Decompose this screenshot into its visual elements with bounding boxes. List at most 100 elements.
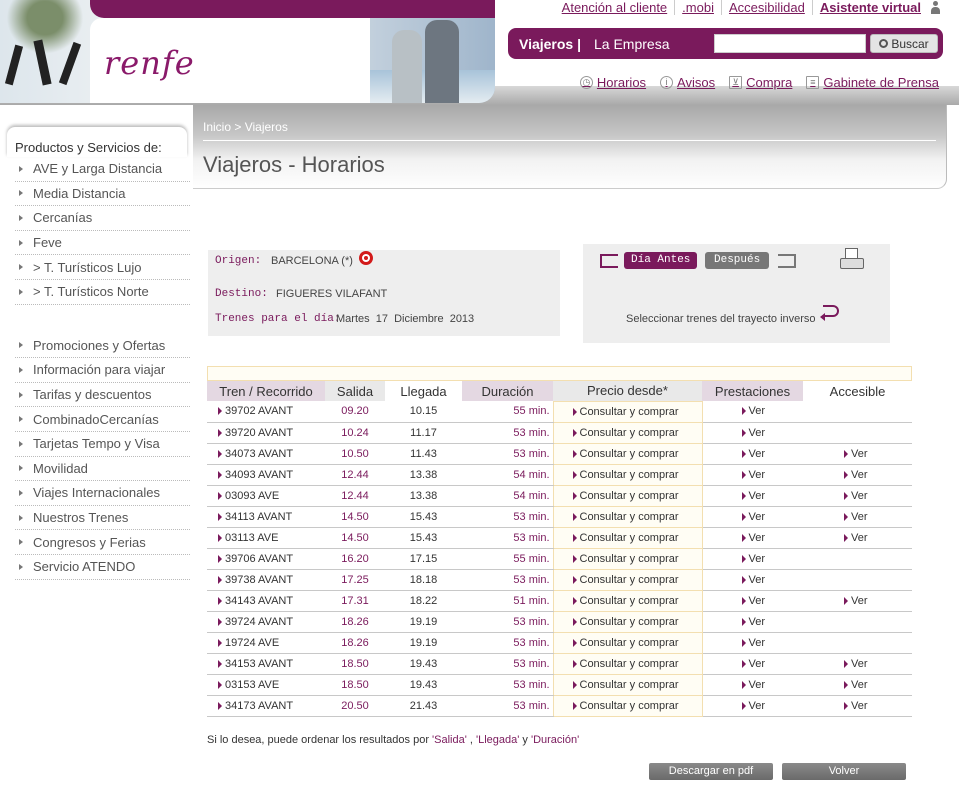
services-link[interactable]: Ver bbox=[702, 569, 803, 591]
reverse-trip-link[interactable]: Seleccionar trenes del trayecto inverso bbox=[626, 313, 816, 325]
accessible-link[interactable]: Ver bbox=[803, 527, 912, 549]
train-link[interactable]: 19724 AVE bbox=[207, 632, 325, 654]
price-link[interactable]: Consultar y comprar bbox=[552, 421, 703, 444]
accessible-link[interactable]: Ver bbox=[803, 506, 912, 528]
services-link[interactable]: Ver bbox=[702, 485, 803, 507]
accessible-link[interactable]: Ver bbox=[803, 653, 912, 675]
services-link[interactable]: Ver bbox=[702, 695, 803, 717]
sidebar-item[interactable]: Cercanías bbox=[15, 206, 190, 231]
link-atencion-cliente[interactable]: Atención al cliente bbox=[555, 0, 675, 15]
price-link[interactable]: Consultar y comprar bbox=[552, 442, 703, 465]
sidebar-item[interactable]: Media Distancia bbox=[15, 182, 190, 207]
accessible-link[interactable]: Ver bbox=[803, 590, 912, 612]
train-link[interactable]: 34153 AVANT bbox=[207, 653, 325, 675]
accessible-link[interactable]: Ver bbox=[803, 485, 912, 507]
train-link[interactable]: 03153 AVE bbox=[207, 674, 325, 696]
link-asistente-virtual[interactable]: Asistente virtual bbox=[811, 0, 928, 15]
train-link[interactable]: 34173 AVANT bbox=[207, 695, 325, 717]
train-link[interactable]: 03093 AVE bbox=[207, 485, 325, 507]
sidebar-item[interactable]: Información para viajar bbox=[15, 358, 190, 383]
price-link[interactable]: Consultar y comprar bbox=[552, 694, 703, 717]
train-link[interactable]: 39706 AVANT bbox=[207, 548, 325, 570]
link-avisos[interactable]: i Avisos bbox=[660, 75, 715, 90]
price-link[interactable]: Consultar y comprar bbox=[552, 673, 703, 696]
origen-target-icon[interactable] bbox=[359, 251, 373, 265]
link-compra[interactable]: ⊻ Compra bbox=[729, 75, 792, 90]
services-link[interactable]: Ver bbox=[702, 443, 803, 465]
renfe-logo[interactable]: renfe bbox=[104, 44, 195, 82]
sort-by-salida[interactable]: 'Salida' bbox=[432, 734, 467, 746]
price-link[interactable]: Consultar y comprar bbox=[552, 526, 703, 549]
breadcrumb[interactable]: Inicio > Viajeros bbox=[203, 120, 288, 134]
link-horarios[interactable]: ◷ Horarios bbox=[579, 75, 646, 90]
services-link[interactable]: Ver bbox=[702, 632, 803, 654]
sidebar-item[interactable]: Feve bbox=[15, 231, 190, 256]
link-mobi[interactable]: .mobi bbox=[674, 0, 721, 15]
accessible-link[interactable]: Ver bbox=[803, 464, 912, 486]
services-link[interactable]: Ver bbox=[702, 422, 803, 444]
sidebar-item[interactable]: > T. Turísticos Norte bbox=[15, 280, 190, 305]
price-link[interactable]: Consultar y comprar bbox=[552, 610, 703, 633]
price-link[interactable]: Consultar y comprar bbox=[552, 631, 703, 654]
search-button[interactable]: Buscar bbox=[870, 34, 938, 53]
train-link[interactable]: 34073 AVANT bbox=[207, 443, 325, 465]
accessible-link[interactable]: Ver bbox=[803, 674, 912, 696]
sidebar-item[interactable]: Servicio ATENDO bbox=[15, 555, 190, 580]
sort-by-llegada[interactable]: 'Llegada' bbox=[476, 734, 519, 746]
download-pdf-button[interactable]: Descargar en pdf bbox=[649, 763, 773, 780]
train-link[interactable]: 34093 AVANT bbox=[207, 464, 325, 486]
sidebar-item[interactable]: Movilidad bbox=[15, 457, 190, 482]
price-link[interactable]: Consultar y comprar bbox=[552, 652, 703, 675]
col-llegada[interactable]: Llegada bbox=[385, 381, 462, 401]
train-link[interactable]: 39724 AVANT bbox=[207, 611, 325, 633]
sidebar-item[interactable]: Viajes Internacionales bbox=[15, 481, 190, 506]
accessible-link[interactable]: Ver bbox=[803, 443, 912, 465]
nav-viajeros[interactable]: Viajeros | bbox=[519, 36, 581, 52]
sidebar-item[interactable]: Tarjetas Tempo y Visa bbox=[15, 432, 190, 457]
price-link[interactable]: Consultar y comprar bbox=[552, 400, 703, 423]
price-link[interactable]: Consultar y comprar bbox=[552, 568, 703, 591]
services-link[interactable]: Ver bbox=[702, 590, 803, 612]
sidebar-item[interactable]: Promociones y Ofertas bbox=[15, 334, 190, 359]
col-duracion[interactable]: Duración bbox=[462, 381, 553, 401]
return-arrow-icon[interactable] bbox=[820, 305, 839, 321]
previous-day-icon[interactable] bbox=[600, 254, 618, 268]
next-day-icon[interactable] bbox=[778, 254, 796, 268]
sidebar-item[interactable]: Congresos y Ferias bbox=[15, 530, 190, 555]
sort-by-duracion[interactable]: 'Duración' bbox=[531, 734, 579, 746]
train-link[interactable]: 39720 AVANT bbox=[207, 422, 325, 444]
link-gabinete-prensa[interactable]: ≡ Gabinete de Prensa bbox=[806, 75, 939, 90]
sidebar-item[interactable]: Tarifas y descuentos bbox=[15, 383, 190, 408]
train-link[interactable]: 34113 AVANT bbox=[207, 506, 325, 528]
volver-button[interactable]: Volver bbox=[782, 763, 906, 780]
price-link[interactable]: Consultar y comprar bbox=[552, 484, 703, 507]
services-link[interactable]: Ver bbox=[702, 527, 803, 549]
services-link[interactable]: Ver bbox=[702, 401, 803, 423]
services-link[interactable]: Ver bbox=[702, 611, 803, 633]
price-link[interactable]: Consultar y comprar bbox=[552, 589, 703, 612]
services-link[interactable]: Ver bbox=[702, 674, 803, 696]
user-icon[interactable] bbox=[930, 1, 941, 14]
price-link[interactable]: Consultar y comprar bbox=[552, 463, 703, 486]
search-input[interactable] bbox=[714, 34, 866, 53]
services-link[interactable]: Ver bbox=[702, 506, 803, 528]
print-icon[interactable] bbox=[840, 248, 864, 271]
sidebar-item[interactable]: CombinadoCercanías bbox=[15, 407, 190, 432]
train-link[interactable]: 03113 AVE bbox=[207, 527, 325, 549]
despues-button[interactable]: Después bbox=[705, 252, 770, 269]
sidebar-item[interactable]: Nuestros Trenes bbox=[15, 506, 190, 531]
services-link[interactable]: Ver bbox=[702, 548, 803, 570]
price-link[interactable]: Consultar y comprar bbox=[552, 505, 703, 528]
services-link[interactable]: Ver bbox=[702, 653, 803, 675]
services-link[interactable]: Ver bbox=[702, 464, 803, 486]
sidebar-item[interactable]: > T. Turísticos Lujo bbox=[15, 255, 190, 280]
train-link[interactable]: 39738 AVANT bbox=[207, 569, 325, 591]
train-link[interactable]: 34143 AVANT bbox=[207, 590, 325, 612]
train-link[interactable]: 39702 AVANT bbox=[207, 401, 325, 423]
price-link[interactable]: Consultar y comprar bbox=[552, 547, 703, 570]
accessible-link[interactable]: Ver bbox=[803, 695, 912, 717]
col-salida[interactable]: Salida bbox=[325, 381, 385, 401]
nav-la-empresa[interactable]: La Empresa bbox=[594, 36, 669, 52]
dia-antes-button[interactable]: Día Antes bbox=[624, 252, 698, 269]
sidebar-item[interactable]: AVE y Larga Distancia bbox=[15, 157, 190, 182]
